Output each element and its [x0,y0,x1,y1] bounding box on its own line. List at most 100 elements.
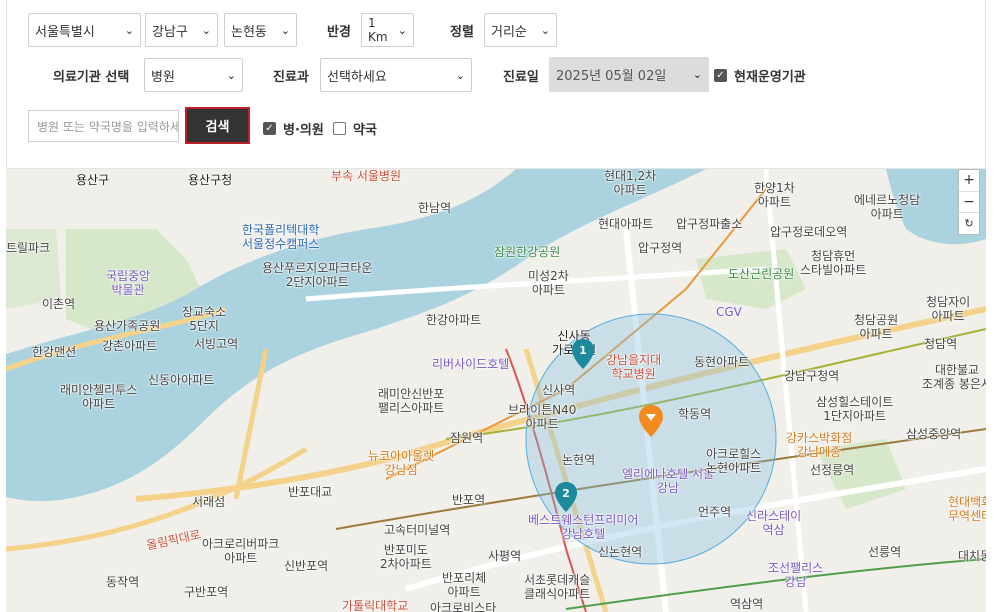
map-label: 반포대교 [288,485,333,499]
map-label: 리버사이드호텔 [432,357,510,371]
chevron-down-icon: ⌄ [280,23,290,37]
map-label: 국립중앙 박물관 [106,269,151,297]
map-label: 현대아파트 [598,217,654,231]
map-label: 삼성힐스테이트 1단지아파트 [816,395,894,423]
map-label: 베스트웨스턴프리미어 강남호텔 [528,513,639,541]
chevron-down-icon: ⌄ [692,68,702,81]
map-label: 언주역 [698,505,732,519]
date-select[interactable]: 2025년 05월 02일 ⌄ [549,57,709,92]
city-select[interactable]: 서울특별시 ⌄ [28,13,141,47]
map-label: 가톨릭대학교 [342,599,409,612]
dong-select[interactable]: 논현동 ⌄ [224,13,297,47]
map-label: 고속터미널역 [384,523,451,537]
map-label: 엘리에나호텔 서울 강남 [622,467,715,495]
map-label: 서래섬 [192,495,226,509]
map-label: 에네르노청담 아파트 [854,193,921,221]
pharmacy-checkbox[interactable]: 약국 [333,119,377,138]
map-label: 미성2차 아파트 [528,269,569,297]
facility-label: 의료기관 선택 [53,70,130,85]
map-label: 선정릉역 [810,463,855,477]
open-now-checkbox[interactable]: ✓ 현재운영기관 [714,66,806,85]
map-label: 선릉역 [868,545,902,559]
map-label: 뉴코아아울렛 강남점 [368,449,435,477]
map-label: 신반포역 [284,559,329,573]
map-label: 조선팰리스 강남 [768,561,824,589]
map-label: 신논현역 [598,545,643,559]
checkbox-unchecked-icon [333,122,346,135]
zoom-control: + − ↻ [958,169,980,235]
map-label: 한남역 [418,201,452,215]
map-label: 구반포역 [184,585,229,599]
map-label: 청담휴먼 스타빌아파트 [800,249,867,277]
facility-select[interactable]: 병원 ⌄ [144,58,243,92]
zoom-in-button[interactable]: + [959,170,979,192]
map-label: 한양1차 아파트 [754,181,795,209]
checkbox-checked-icon: ✓ [714,69,727,82]
map-label: 한국폴리텍대학 서울정수캠퍼스 [242,223,320,251]
map-label: 용산구청 [188,173,233,187]
map-label: 사평역 [488,549,522,563]
map-label: CGV [716,305,742,319]
map-label: 장교숙소 5단지 [182,305,227,333]
map-label: 래미안첼리투스 아파트 [60,383,138,411]
map-label: 반포리체 아파트 [442,571,487,599]
search-input[interactable]: 병원 또는 약국명을 입력하세요 [28,110,179,142]
map-view[interactable]: 용산구 용산구청 부속 서울병원 한남역 현대1,2차 아파트 한양1차 아파트… [6,169,986,612]
map-label: 강카스박화점 강남메종 [786,431,853,459]
radius-select[interactable]: 1 Km ⌄ [361,13,414,47]
district-select[interactable]: 강남구 ⌄ [145,13,218,47]
map-label: 반포미도 2차아파트 [380,543,432,571]
map-label: 잠원한강공원 [494,245,561,259]
map-label: 청담자이 아파트 [926,295,971,323]
map-label: 현대백화 무역센터 [948,495,986,523]
map-label: 강남구청역 [784,369,840,383]
map-label: 신라스테이 역삼 [746,509,802,537]
map-label: 한강맨션 [32,345,77,359]
map-label: 래미안신반포 팰리스아파트 [378,387,445,415]
map-label: 현대1,2차 아파트 [604,169,657,197]
search-filter-panel: 서울특별시 ⌄ 강남구 ⌄ 논현동 ⌄ 반경 1 Km ⌄ 정렬 거리순 ⌄ 의료기관 선… [6,0,986,169]
dept-label: 진료과 [273,70,309,85]
chevron-down-icon: ⌄ [540,23,550,37]
map-label: 서초롯데캐슬 클래식아파트 [524,573,591,601]
map-label: 대치동 [958,549,986,563]
sort-label: 정렬 [450,25,474,40]
map-label: 아크로비스타 [430,601,497,612]
map-label: 대한불교 조계종 봉은사 [922,363,986,391]
map-label: 용산푸르지오파크타운 2단지아파트 [262,261,373,289]
map-label: 압구정파출소 [676,217,743,231]
chevron-down-icon: ⌄ [226,68,236,82]
checkbox-checked-icon: ✓ [263,122,276,135]
dept-select[interactable]: 선택하세요 ⌄ [320,58,472,92]
map-label: 청담역 [924,337,958,351]
map-label: 청담공원 아파트 [854,313,899,341]
map-label: 강남을지대 학교병원 [606,353,662,381]
map-label: 강촌아파트 [102,339,158,353]
marker-number: 2 [562,487,570,500]
map-label: 브라이튼N40 아파트 [508,403,577,431]
map-label: 용산가족공원 [94,319,161,333]
open-now-label: 현재운영기관 [734,70,806,85]
chevron-down-icon: ⌄ [201,23,211,37]
map-label: 압구정역 [638,241,683,255]
map-label: 동작역 [106,575,140,589]
map-label: 논현역 [562,453,596,467]
map-label: 신동아아파트 [148,373,215,387]
sort-select[interactable]: 거리순 ⌄ [484,13,557,47]
map-label: 서빙고역 [194,337,239,351]
radius-label: 반경 [327,25,351,40]
chevron-down-icon: ⌄ [397,23,407,37]
map-label: 신사역 [542,383,576,397]
zoom-out-button[interactable]: − [959,192,979,214]
date-label: 진료일 [503,70,539,85]
map-label: 아크로힐스 논현아파트 [706,447,762,475]
chevron-down-icon: ⌄ [455,68,465,82]
map-label: 부속 서울병원 [331,169,402,183]
map-label: 삼성중앙역 [906,427,962,441]
map-label: 트릴파크 [6,241,51,255]
reset-map-button[interactable]: ↻ [959,213,979,234]
chevron-down-icon: ⌄ [124,23,134,37]
search-button[interactable]: 검색 [185,107,250,144]
hospital-checkbox[interactable]: ✓ 병·의원 [263,119,324,138]
marker-number: 1 [579,344,587,357]
